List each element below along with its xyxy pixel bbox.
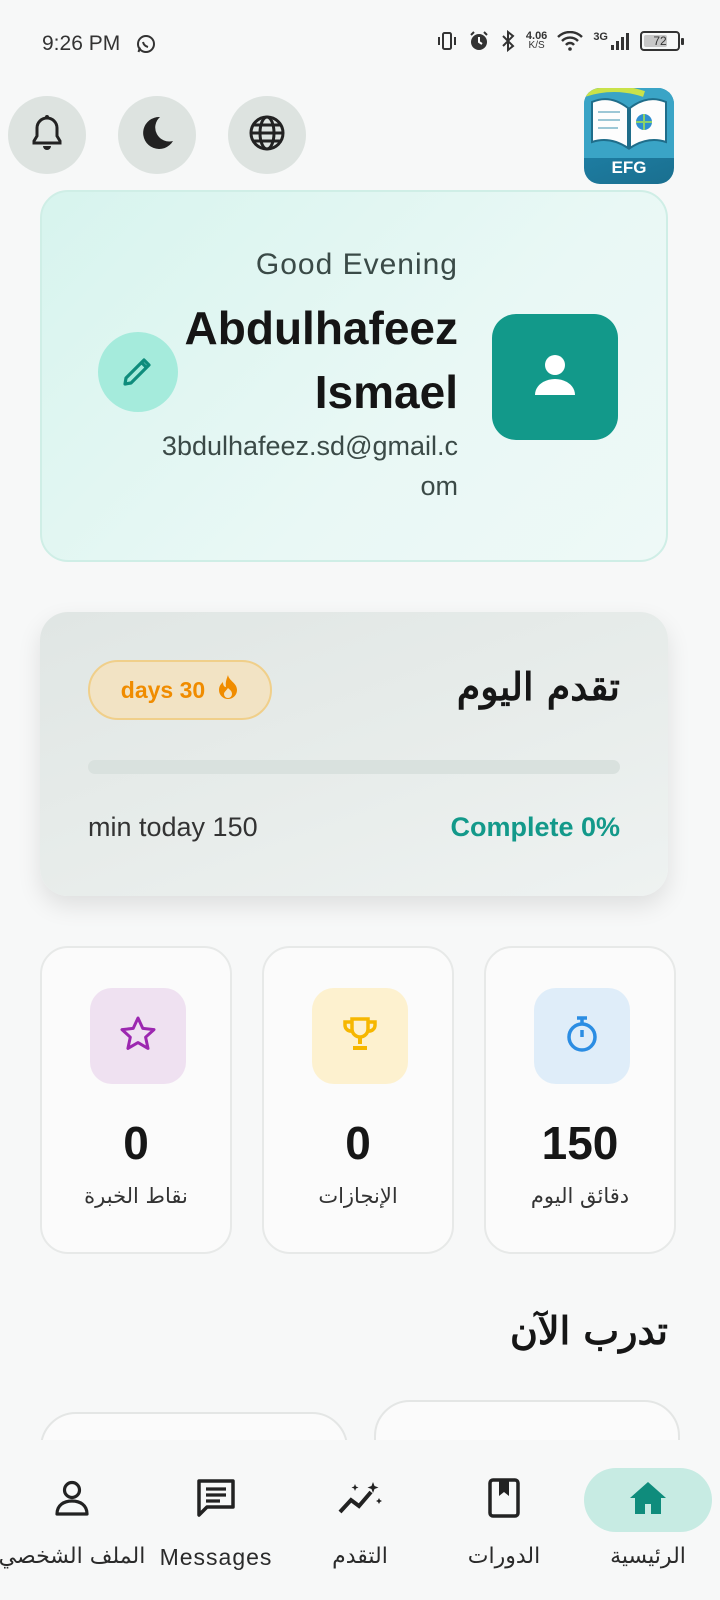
person-outline-icon — [53, 1479, 91, 1521]
signal-icon: 3G — [593, 31, 630, 51]
profile-card: Good Evening Abdulhafeez Ismael 3bdulhaf… — [40, 190, 668, 562]
streak-text: days 30 — [120, 676, 206, 703]
nav-label: التقدم — [332, 1544, 388, 1569]
stat-value: 0 — [123, 1117, 149, 1169]
nav-item-home[interactable]: الرئيسية — [584, 1440, 712, 1600]
status-icons: 4.06 K/S 3G 72 — [436, 30, 684, 52]
train-now-title: تدرب الآن — [509, 1308, 668, 1353]
person-icon — [531, 351, 579, 403]
nav-label: الملف الشخصي — [0, 1544, 146, 1569]
timer-icon — [562, 1014, 602, 1058]
nav-label: الدورات — [467, 1544, 541, 1569]
stat-icon-box — [312, 988, 408, 1084]
globe-icon — [247, 113, 287, 157]
trophy-icon — [340, 1014, 380, 1058]
language-button[interactable] — [228, 96, 306, 174]
bell-icon — [29, 114, 65, 156]
message-icon — [195, 1478, 237, 1522]
nav-item-messages[interactable]: Messages — [152, 1440, 280, 1600]
today-progress-card: تقدم اليوم days 30 min today 150 Complet… — [40, 612, 668, 896]
progress-bar — [88, 760, 620, 774]
chart-sparkle-icon — [337, 1480, 383, 1520]
stat-icon-box — [90, 988, 186, 1084]
battery-icon: 72 — [640, 31, 684, 51]
fire-icon — [217, 674, 239, 706]
wifi-icon — [557, 31, 584, 51]
bluetooth-icon — [500, 30, 516, 52]
stat-card-xp[interactable]: 0 نقاط الخبرة — [40, 946, 232, 1254]
theme-toggle-button[interactable] — [118, 96, 196, 174]
status-bar: 9:26 PM 4.06 K/S 3G 72 — [0, 0, 720, 92]
stat-value: 150 — [541, 1117, 619, 1169]
vibrate-icon — [436, 31, 458, 51]
nav-item-progress[interactable]: التقدم — [296, 1440, 424, 1600]
minutes-today-text: min today 150 — [88, 812, 258, 842]
avatar[interactable] — [492, 314, 618, 440]
status-time: 9:26 PM — [42, 32, 121, 55]
streak-badge: days 30 — [88, 660, 272, 720]
nav-item-profile[interactable]: الملف الشخصي — [0, 1440, 146, 1600]
nav-item-courses[interactable]: الدورات — [440, 1440, 568, 1600]
user-email: 3bdulhafeez.sd@gmail.com — [161, 431, 458, 501]
alarm-icon — [468, 30, 490, 52]
net-speed: 4.06 K/S — [525, 30, 548, 51]
completion-text: Complete 0% — [450, 812, 620, 842]
star-icon — [118, 1014, 158, 1058]
notifications-button[interactable] — [8, 96, 86, 174]
nav-label: الرئيسية — [610, 1544, 686, 1569]
stat-value: 0 — [345, 1117, 371, 1169]
logo-text: EFG — [611, 158, 647, 177]
nav-label: Messages — [159, 1544, 273, 1570]
pencil-icon — [120, 352, 156, 392]
book-logo-icon — [584, 88, 674, 158]
moon-icon — [138, 114, 176, 156]
stat-icon-box — [534, 988, 630, 1084]
app-logo: EFG — [584, 88, 674, 184]
greeting-text: Good Evening — [255, 248, 458, 281]
home-icon — [628, 1480, 668, 1520]
stat-label: نقاط الخبرة — [84, 1184, 188, 1208]
book-icon — [487, 1478, 521, 1522]
progress-title: تقدم اليوم — [456, 664, 620, 709]
stat-label: الإنجازات — [318, 1184, 398, 1208]
whatsapp-icon — [136, 34, 156, 58]
bottom-navigation: الرئيسية الدورات التقدم Messages الملف ا… — [0, 1440, 720, 1600]
stat-label: دقائق اليوم — [530, 1184, 630, 1208]
stat-card-achievements[interactable]: 0 الإنجازات — [262, 946, 454, 1254]
edit-profile-button[interactable] — [98, 332, 178, 412]
stat-card-minutes[interactable]: 150 دقائق اليوم — [484, 946, 676, 1254]
